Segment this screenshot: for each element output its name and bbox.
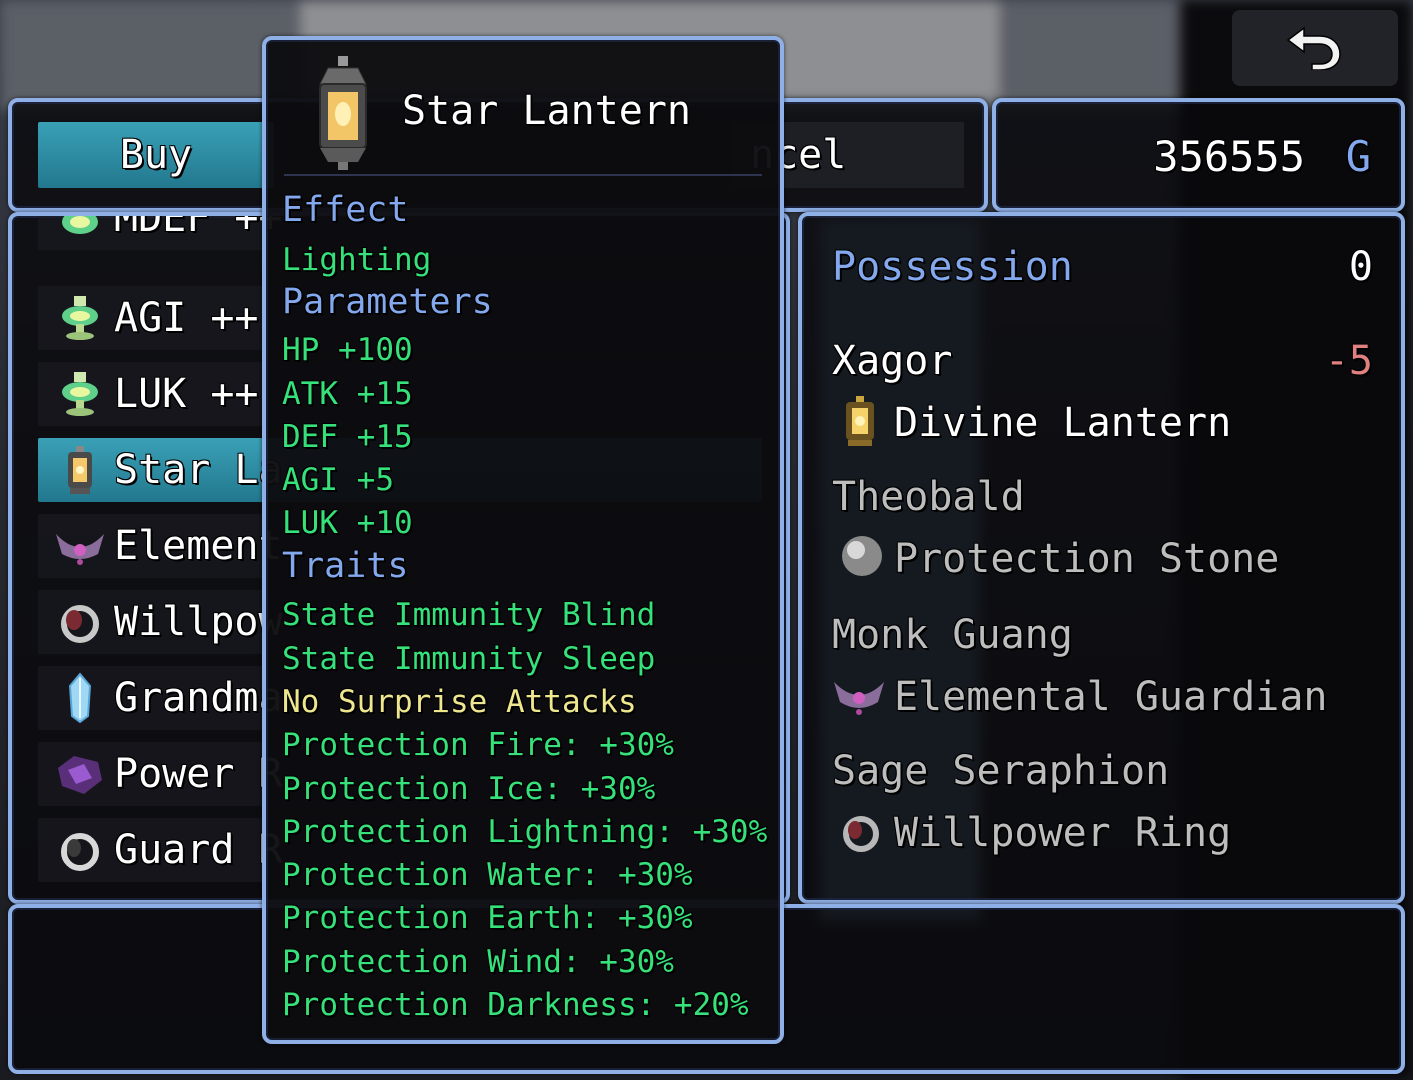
actor-name: Theobald xyxy=(832,474,1025,520)
equipped-item: Willpower Ring xyxy=(894,810,1232,856)
equipped-item: Divine Lantern xyxy=(894,400,1232,446)
buy-command[interactable]: Buy xyxy=(38,122,274,188)
possession-label: Possession xyxy=(832,244,1073,290)
tiara-icon xyxy=(834,682,884,715)
back-arrow-icon xyxy=(1286,26,1341,70)
item-name: MDEF ++ xyxy=(114,212,283,241)
tiara-icon xyxy=(56,534,104,565)
trait-line: Protection Earth: +30% xyxy=(282,900,693,936)
lantern-icon xyxy=(68,446,92,494)
potion-icon xyxy=(62,296,98,340)
item-name: LUK ++ xyxy=(114,371,259,417)
item-tooltip-window: Star Lantern Effect Lighting Parameters … xyxy=(262,36,784,1044)
trait-line: State Immunity Blind xyxy=(282,597,656,633)
traits-header: Traits xyxy=(282,546,409,586)
item-name: Willpow xyxy=(114,599,283,645)
lantern-icon xyxy=(319,56,367,170)
gem-icon xyxy=(58,756,102,794)
item-name: Grandma xyxy=(114,675,283,721)
trait-line: Protection Ice: +30% xyxy=(282,771,656,807)
gold-window: 356555 G xyxy=(992,98,1405,212)
trait-line: Protection Water: +30% xyxy=(282,857,693,893)
actor-name: Monk Guang xyxy=(832,612,1073,658)
item-name: Guard R xyxy=(114,827,283,873)
parameters-header: Parameters xyxy=(282,282,493,322)
status-window: Possession 0 Xagor -5 Divine Lantern The… xyxy=(798,212,1405,904)
item-name: AGI ++ xyxy=(114,295,259,341)
trait-line: Protection Wind: +30% xyxy=(282,944,674,980)
tooltip-title: Star Lantern xyxy=(402,88,691,134)
back-button[interactable] xyxy=(1232,10,1398,86)
potion-icon xyxy=(62,372,98,416)
effect-value: Lighting xyxy=(282,242,432,278)
equipped-item: Protection Stone xyxy=(894,536,1280,582)
gold-unit: G xyxy=(1345,132,1371,181)
ring-icon xyxy=(61,833,99,871)
trait-line: State Immunity Sleep xyxy=(282,641,656,677)
ring-icon xyxy=(61,605,99,643)
equipped-item: Elemental Guardian xyxy=(894,674,1328,720)
possession-value: 0 xyxy=(1348,244,1373,290)
trait-line: Protection Fire: +30% xyxy=(282,727,674,763)
stat-change: -5 xyxy=(1324,338,1373,384)
param-line: HP +100 xyxy=(282,332,413,368)
trait-line: Protection Lightning: +30% xyxy=(282,814,768,850)
item-name: Element xyxy=(114,523,283,569)
param-line: DEF +15 xyxy=(282,419,413,455)
param-line: ATK +15 xyxy=(282,376,413,412)
item-name: Star La xyxy=(114,447,283,493)
ring-icon xyxy=(843,816,879,852)
orb-icon xyxy=(842,536,882,576)
actor-name: Sage Seraphion xyxy=(832,748,1170,794)
param-line: AGI +5 xyxy=(282,462,394,498)
trait-line: Protection Darkness: +20% xyxy=(282,987,749,1023)
potion-icon xyxy=(62,216,98,234)
param-line: LUK +10 xyxy=(282,505,413,541)
tooltip-divider xyxy=(284,174,762,176)
effect-header: Effect xyxy=(282,190,409,230)
item-name: Power R xyxy=(114,751,283,797)
crystal-icon xyxy=(68,672,92,724)
actor-name: Xagor xyxy=(832,338,953,384)
gold-amount: 356555 xyxy=(1153,132,1305,181)
lantern-icon xyxy=(846,396,874,446)
trait-line: No Surprise Attacks xyxy=(282,684,637,720)
